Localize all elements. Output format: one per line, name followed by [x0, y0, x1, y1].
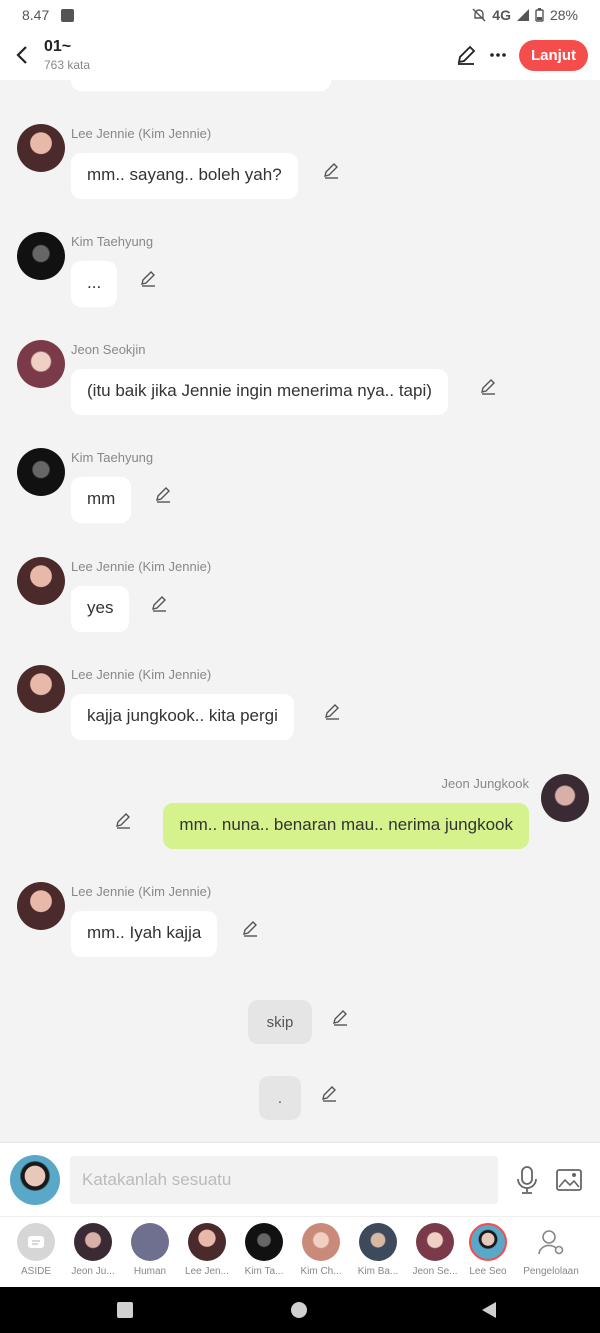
status-time: 8.47	[22, 7, 50, 23]
avatar-lee-jennie[interactable]	[17, 557, 65, 605]
message-bubble[interactable]: ...	[71, 261, 118, 307]
narration-bubble[interactable]: .	[259, 1076, 301, 1120]
edit-message-icon[interactable]	[139, 269, 157, 287]
back-nav-icon[interactable]	[481, 1301, 497, 1319]
more-options-icon[interactable]	[489, 52, 507, 58]
app-header: 01~ 763 kata Lanjut	[0, 30, 600, 80]
recents-button[interactable]	[117, 1302, 133, 1318]
character-human[interactable]: Human	[120, 1223, 180, 1277]
character-avatar	[131, 1223, 169, 1261]
battery-label: 28%	[549, 7, 578, 23]
edit-message-icon[interactable]	[479, 377, 497, 395]
character-label: Pengelolaan	[523, 1266, 579, 1277]
battery-icon	[535, 8, 544, 22]
character-jeon-seokjin[interactable]: Jeon Se...	[405, 1223, 465, 1277]
avatar-jeon-seokjin[interactable]	[17, 340, 65, 388]
header-actions: Lanjut	[455, 39, 600, 71]
character-avatar	[188, 1223, 226, 1261]
sender-name: Jeon Seokjin	[71, 342, 146, 357]
mute-icon	[472, 8, 486, 22]
character-label: Kim Ta...	[244, 1266, 284, 1277]
edit-message-icon[interactable]	[323, 702, 341, 720]
avatar-lee-jennie[interactable]	[17, 124, 65, 172]
message-bubble[interactable]: kajja jungkook.. kita pergi	[71, 694, 294, 740]
my-message-bubble[interactable]: mm.. nuna.. benaran mau.. nerima jungkoo…	[163, 803, 529, 849]
character-label: Kim Ch...	[300, 1266, 342, 1277]
title-block: 01~ 763 kata	[44, 38, 90, 72]
home-button[interactable]	[291, 1302, 307, 1318]
character-label: Lee Jen...	[185, 1266, 229, 1277]
character-avatar	[416, 1223, 454, 1261]
message-bubble[interactable]: (itu baik jika Jennie ingin menerima nya…	[71, 369, 448, 415]
sender-name: Lee Jennie (Kim Jennie)	[71, 126, 212, 141]
page-title: 01~	[44, 38, 72, 55]
chevron-left-icon	[16, 46, 27, 64]
narration-bubble[interactable]: skip	[248, 1000, 312, 1044]
character-kim-ch[interactable]: Kim Ch...	[291, 1223, 351, 1277]
system-nav-bar	[0, 1287, 600, 1333]
sender-name: Lee Jennie (Kim Jennie)	[71, 559, 212, 574]
character-management[interactable]: Pengelolaan	[521, 1223, 581, 1277]
message-bubble[interactable]: mm	[71, 477, 132, 523]
character-kim-taehyung[interactable]: Kim Ta...	[234, 1223, 294, 1277]
word-count: 763 kata	[44, 58, 91, 72]
avatar-kim-taehyung[interactable]	[17, 232, 65, 280]
character-strip: ASIDE Jeon Ju... Human Lee Jen... Kim Ta…	[0, 1216, 600, 1287]
sender-name: Lee Jennie (Kim Jennie)	[71, 667, 212, 682]
next-button[interactable]: Lanjut	[519, 39, 588, 71]
sender-name: Lee Jennie (Kim Jennie)	[71, 884, 212, 899]
character-avatar	[302, 1223, 340, 1261]
status-right: 4G 28%	[472, 7, 578, 23]
character-label: Jeon Ju...	[71, 1266, 115, 1277]
character-avatar	[359, 1223, 397, 1261]
aside-icon	[17, 1223, 55, 1261]
character-label: ASIDE	[20, 1266, 51, 1277]
character-label: Kim Ba...	[357, 1266, 399, 1277]
current-speaker-avatar[interactable]	[10, 1154, 60, 1205]
edit-narration-icon[interactable]	[331, 1008, 349, 1026]
edit-message-icon[interactable]	[241, 919, 259, 937]
image-icon[interactable]	[556, 1168, 582, 1191]
microphone-icon[interactable]	[516, 1165, 538, 1194]
chat-area[interactable]: Lee Jennie (Kim Jennie) mm.. sayang.. bo…	[0, 80, 600, 1142]
back-button[interactable]	[0, 45, 44, 65]
edit-narration-icon[interactable]	[320, 1084, 338, 1102]
edit-message-icon[interactable]	[114, 811, 132, 829]
signal-icon	[516, 9, 529, 21]
status-bar: 8.47 4G 28%	[0, 0, 600, 30]
edit-message-icon[interactable]	[150, 594, 168, 612]
avatar-lee-jennie[interactable]	[17, 882, 65, 930]
character-label: Human	[133, 1266, 167, 1277]
edit-message-icon[interactable]	[322, 161, 340, 179]
edit-message-icon[interactable]	[154, 485, 172, 503]
message-bubble[interactable]: yes	[71, 586, 130, 632]
sender-name: Jeon Jungkook	[441, 776, 529, 791]
character-lee-jennie[interactable]: Lee Jen...	[177, 1223, 237, 1277]
character-label: Jeon Se...	[412, 1266, 458, 1277]
message-input-bar	[0, 1142, 600, 1216]
edit-title-icon[interactable]	[455, 44, 477, 66]
previous-message-bubble[interactable]	[71, 80, 331, 91]
character-avatar	[469, 1223, 507, 1261]
avatar-kim-taehyung[interactable]	[17, 448, 65, 496]
character-jeon-jungkook[interactable]: Jeon Ju...	[63, 1223, 123, 1277]
message-bubble[interactable]: mm.. Iyah kajja	[71, 911, 218, 957]
character-avatar	[74, 1223, 112, 1261]
character-avatar	[245, 1223, 283, 1261]
character-aside[interactable]: ASIDE	[6, 1223, 66, 1277]
avatar-jeon-jungkook[interactable]	[541, 774, 589, 822]
manage-characters-icon	[532, 1223, 570, 1261]
sender-name: Kim Taehyung	[71, 450, 154, 465]
message-bubble[interactable]: mm.. sayang.. boleh yah?	[71, 153, 298, 199]
avatar-lee-jennie[interactable]	[17, 665, 65, 713]
notification-icon	[61, 8, 75, 22]
message-input[interactable]	[70, 1155, 498, 1204]
sender-name: Kim Taehyung	[71, 234, 154, 249]
character-lee-seo[interactable]: Lee Seo	[458, 1223, 518, 1277]
network-label: 4G	[492, 7, 511, 23]
character-label: Lee Seo	[469, 1266, 507, 1277]
character-kim-ba[interactable]: Kim Ba...	[348, 1223, 408, 1277]
